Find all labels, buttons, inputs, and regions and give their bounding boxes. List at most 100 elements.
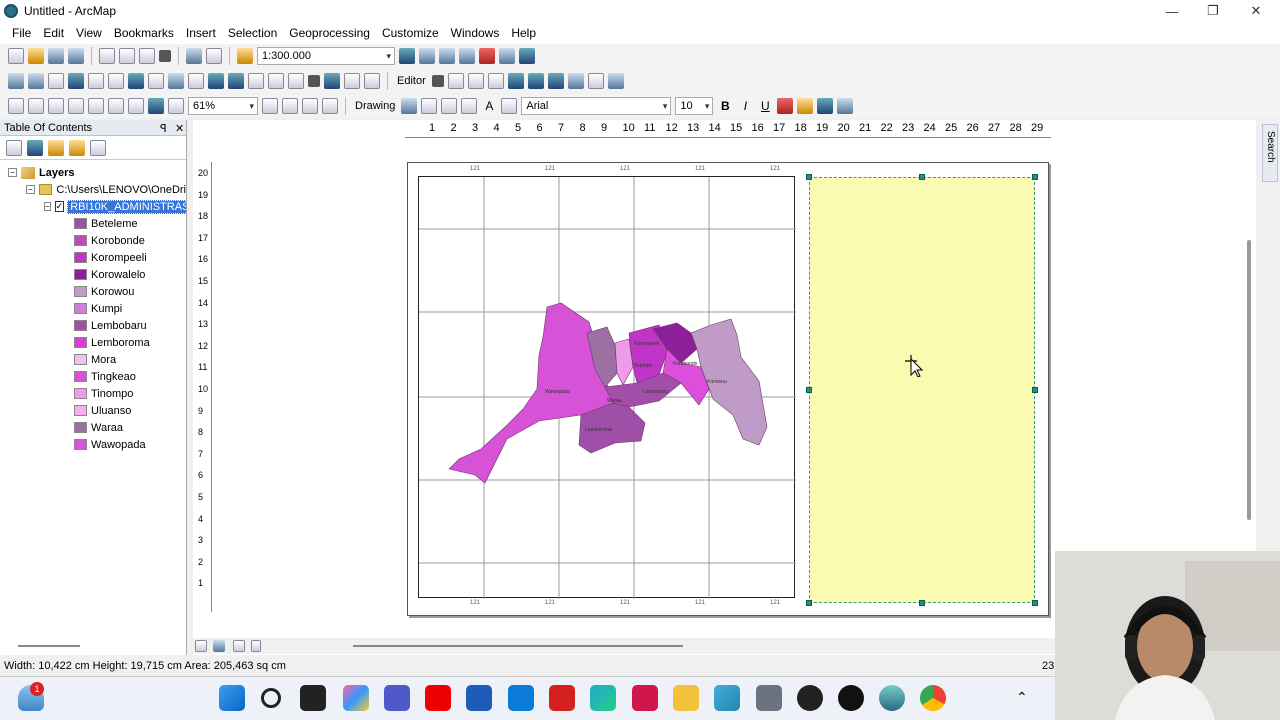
previous-extent-icon[interactable]	[148, 98, 164, 114]
list-by-source-icon[interactable]	[27, 139, 43, 156]
zoom-in-icon[interactable]	[8, 73, 24, 89]
search-window-icon[interactable]	[459, 48, 475, 64]
resize-handle[interactable]	[1032, 174, 1038, 180]
python-icon[interactable]	[499, 48, 515, 64]
legend-item[interactable]: Beteleme	[0, 215, 186, 232]
catalog-icon[interactable]	[439, 48, 455, 64]
resize-handle[interactable]	[806, 174, 812, 180]
print-icon[interactable]	[68, 48, 84, 64]
toc-scrollbar[interactable]	[18, 645, 80, 647]
time-slider-icon[interactable]	[364, 73, 380, 89]
zoom-out-icon[interactable]	[28, 73, 44, 89]
font-combo[interactable]: Arial ▾	[521, 97, 672, 115]
legend-item[interactable]: Uluanso	[0, 402, 186, 419]
redo-icon[interactable]	[206, 48, 222, 64]
marker-color-icon[interactable]	[837, 98, 854, 114]
zoom-whole-page-icon[interactable]	[68, 98, 84, 114]
start-icon[interactable]	[219, 685, 245, 711]
close-button[interactable]: ✕	[1234, 0, 1278, 22]
layout-zoom-out-icon[interactable]	[28, 98, 44, 114]
legend-swatch[interactable]	[74, 354, 87, 365]
list-by-selection-icon[interactable]	[69, 139, 85, 156]
drawing-menu[interactable]: Drawing	[353, 100, 397, 112]
toggle-draft-icon[interactable]	[262, 98, 278, 114]
italic-button[interactable]: I	[737, 99, 753, 113]
layers-node[interactable]: − Layers	[0, 164, 186, 181]
select-elements-icon[interactable]	[208, 73, 224, 89]
legend-item[interactable]: Korompeeli	[0, 249, 186, 266]
layout-zoom-in-icon[interactable]	[8, 98, 24, 114]
rotate-element-icon[interactable]	[421, 98, 438, 114]
legend-item[interactable]: Korowou	[0, 283, 186, 300]
legend-item[interactable]: Korobonde	[0, 232, 186, 249]
rotate-icon[interactable]	[547, 73, 564, 89]
legend-swatch[interactable]	[74, 235, 87, 246]
bold-button[interactable]: B	[717, 99, 733, 113]
resize-handle[interactable]	[919, 174, 925, 180]
menu-selection[interactable]: Selection	[222, 26, 283, 40]
select-elements-pointer-icon[interactable]	[401, 98, 418, 114]
forward-icon[interactable]	[148, 73, 164, 89]
add-data-icon[interactable]	[237, 48, 253, 64]
focus-data-frame-icon[interactable]	[282, 98, 298, 114]
layout-pan-icon[interactable]	[48, 98, 64, 114]
legend-swatch[interactable]	[74, 422, 87, 433]
menu-insert[interactable]: Insert	[180, 26, 222, 40]
attributes-icon[interactable]	[567, 73, 584, 89]
copilot-icon[interactable]	[343, 685, 369, 711]
mcafee-icon[interactable]	[632, 685, 658, 711]
font-size-combo[interactable]: 10 ▾	[675, 97, 714, 115]
model-builder-icon[interactable]	[519, 48, 535, 64]
legend-swatch[interactable]	[74, 303, 87, 314]
fixed-zoom-out-icon[interactable]	[108, 73, 124, 89]
map-scale-combo[interactable]: 1:300.000 ▾	[257, 47, 395, 65]
toc-close-icon[interactable]: ✕	[175, 122, 184, 135]
pause-drawing-icon[interactable]	[251, 640, 261, 652]
next-extent-icon[interactable]	[168, 98, 184, 114]
legend-swatch[interactable]	[74, 405, 87, 416]
editor-toolbar-icon[interactable]	[399, 48, 415, 64]
app-icon[interactable]	[714, 685, 740, 711]
resize-handle[interactable]	[806, 387, 812, 393]
find-icon[interactable]	[308, 75, 320, 87]
collapse-icon[interactable]: −	[26, 185, 35, 194]
copy-icon[interactable]	[119, 48, 135, 64]
options-icon[interactable]	[90, 139, 106, 156]
find-route-icon[interactable]	[324, 73, 340, 89]
refresh-icon[interactable]	[233, 640, 245, 652]
app-icon[interactable]	[797, 685, 823, 711]
legend-swatch[interactable]	[74, 371, 87, 382]
file-explorer-icon[interactable]	[673, 685, 699, 711]
goto-xy-icon[interactable]	[344, 73, 360, 89]
save-icon[interactable]	[48, 48, 64, 64]
legend-swatch[interactable]	[74, 218, 87, 229]
html-popup-icon[interactable]	[268, 73, 284, 89]
trace-icon[interactable]	[487, 73, 504, 89]
reshape-icon[interactable]	[507, 73, 524, 89]
cut-polygons-icon[interactable]	[527, 73, 544, 89]
pan-icon[interactable]	[48, 73, 64, 89]
menu-view[interactable]: View	[70, 26, 108, 40]
fixed-zoom-in-layout-icon[interactable]	[108, 98, 124, 114]
menu-customize[interactable]: Customize	[376, 26, 445, 40]
hyperlink-icon[interactable]	[248, 73, 264, 89]
create-features-icon[interactable]	[607, 73, 624, 89]
restore-button[interactable]: ❐	[1191, 0, 1235, 22]
change-layout-icon[interactable]	[302, 98, 318, 114]
edge-icon[interactable]	[590, 685, 616, 711]
legend-item[interactable]: Tingkeao	[0, 368, 186, 385]
chevron-up-icon[interactable]: ⌃	[1016, 689, 1028, 706]
folder-node[interactable]: − C:\Users\LENOVO\OneDri	[0, 181, 186, 198]
zoom-to-selected-icon[interactable]	[441, 98, 458, 114]
legend-item[interactable]: Mora	[0, 351, 186, 368]
zoom-100-icon[interactable]	[88, 98, 104, 114]
zoom-percent-combo[interactable]: 61% ▾	[188, 97, 258, 115]
rectangle-icon[interactable]	[461, 98, 478, 114]
measure-icon[interactable]	[288, 73, 304, 89]
editor-menu[interactable]: Editor	[395, 75, 428, 87]
legend-swatch[interactable]	[74, 388, 87, 399]
straight-segment-icon[interactable]	[467, 73, 484, 89]
legend-swatch[interactable]	[74, 269, 87, 280]
legend-swatch[interactable]	[74, 439, 87, 450]
legend-swatch[interactable]	[74, 320, 87, 331]
